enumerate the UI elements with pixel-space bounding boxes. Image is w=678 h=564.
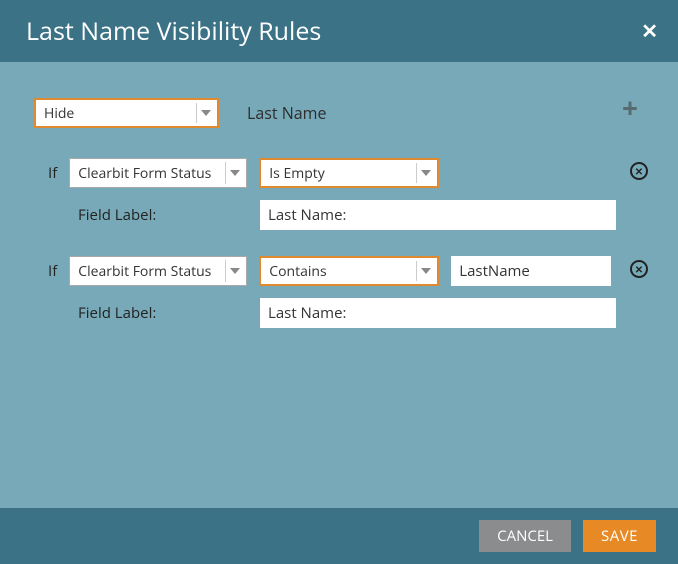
rule-block: If Clearbit Form Status Is Empty Field L… [34,158,648,230]
dialog-body: + Hide Last Name If Clearbit Form Status [0,62,678,508]
save-button[interactable]: SAVE [583,520,656,552]
field-name-label: Last Name [247,102,326,124]
dialog-footer: CANCEL SAVE [0,508,678,564]
if-label: If [48,163,57,183]
rule-field-select[interactable]: Clearbit Form Status [69,158,247,188]
field-label-caption: Field Label: [78,205,248,225]
rule-condition-value: Is Empty [269,164,325,183]
action-select[interactable]: Hide [34,98,219,128]
rule-label-row: Field Label: [78,200,648,230]
chevron-down-icon [421,170,431,176]
close-icon[interactable]: ✕ [641,21,658,41]
remove-rule-icon[interactable] [630,162,648,180]
chevron-down-icon [201,110,211,116]
action-select-value: Hide [44,104,74,123]
rule-field-value: Clearbit Form Status [78,262,211,281]
rule-field-select[interactable]: Clearbit Form Status [69,256,247,286]
rule-condition-select[interactable]: Is Empty [259,158,439,188]
field-label-caption: Field Label: [78,303,248,323]
field-label-input[interactable] [260,200,616,230]
cancel-button[interactable]: CANCEL [479,520,571,552]
rule-field-value: Clearbit Form Status [78,164,211,183]
dialog-title: Last Name Visibility Rules [26,14,321,48]
action-row: Hide Last Name [34,98,648,128]
rule-value-input[interactable] [451,256,611,286]
rule-block: If Clearbit Form Status Contains Field L… [34,256,648,328]
add-rule-icon[interactable]: + [622,94,638,122]
rule-condition-row: If Clearbit Form Status Is Empty [48,158,648,188]
chevron-down-icon [421,268,431,274]
field-label-input[interactable] [260,298,616,328]
chevron-down-icon [230,268,240,274]
chevron-down-icon [230,170,240,176]
rule-condition-value: Contains [269,262,326,281]
visibility-rules-dialog: Last Name Visibility Rules ✕ + Hide Last… [0,0,678,564]
rule-condition-row: If Clearbit Form Status Contains [48,256,648,286]
if-label: If [48,261,57,281]
remove-rule-icon[interactable] [630,260,648,278]
rule-label-row: Field Label: [78,298,648,328]
rule-condition-select[interactable]: Contains [259,256,439,286]
dialog-header: Last Name Visibility Rules ✕ [0,0,678,62]
